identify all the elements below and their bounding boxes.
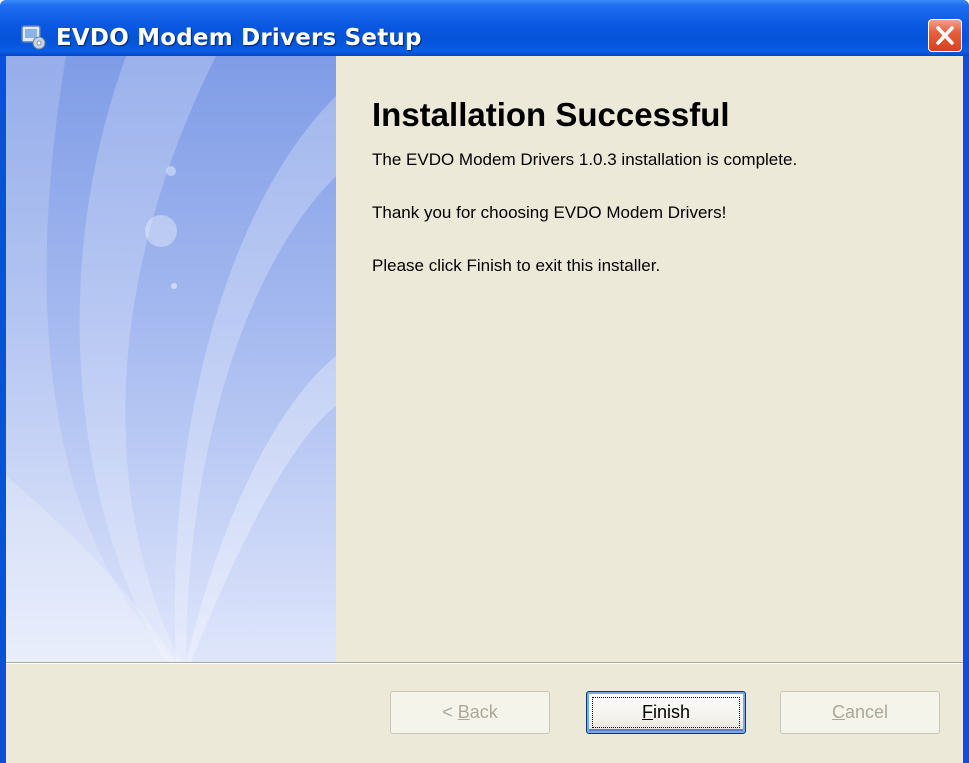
focus-rect: [592, 697, 740, 728]
content-pane: Installation Successful The EVDO Modem D…: [336, 56, 963, 662]
close-button[interactable]: [928, 19, 962, 52]
cancel-button-accelerator: C: [831, 702, 845, 722]
title-bar[interactable]: EVDO Modem Drivers Setup: [0, 0, 969, 56]
finish-button[interactable]: Finish: [586, 691, 746, 734]
installer-icon: [20, 24, 48, 50]
dialog-client-area: Installation Successful The EVDO Modem D…: [6, 56, 963, 763]
back-button-accelerator: B: [457, 702, 470, 722]
window-title: EVDO Modem Drivers Setup: [56, 25, 422, 51]
cancel-button-label: ancel: [844, 702, 889, 722]
back-button-prefix: <: [442, 702, 458, 722]
footer-divider-highlight: [6, 663, 963, 664]
back-button[interactable]: < Back: [390, 691, 550, 734]
page-title: Installation Successful: [372, 96, 730, 133]
close-icon: [936, 26, 954, 45]
instruction-message: Please click Finish to exit this install…: [372, 256, 661, 275]
thank-you-message: Thank you for choosing EVDO Modem Driver…: [372, 203, 727, 222]
wizard-side-image: [6, 56, 336, 662]
setup-window: EVDO Modem Drivers Setup Installation Su…: [0, 0, 969, 763]
cancel-button[interactable]: Cancel: [780, 691, 940, 734]
completion-message: The EVDO Modem Drivers 1.0.3 installatio…: [372, 150, 798, 169]
back-button-label: ack: [469, 702, 498, 722]
